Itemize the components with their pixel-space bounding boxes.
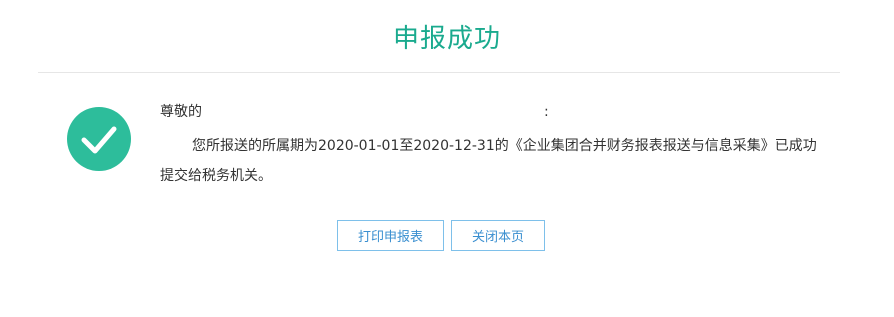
- submission-success-page: 申报成功 尊敬的 : 您所报送的所属期为2020-01-01至2020-12-3…: [0, 0, 894, 317]
- page-title: 申报成功: [392, 24, 501, 54]
- action-buttons: 打印申报表 关闭本页: [337, 220, 545, 251]
- print-declaration-button[interactable]: 打印申报表: [337, 220, 444, 251]
- success-message: 您所报送的所属期为2020-01-01至2020-12-31的《企业集团合并财务…: [160, 138, 817, 184]
- title-divider: [38, 72, 840, 73]
- close-page-button[interactable]: 关闭本页: [451, 220, 545, 251]
- success-check-icon: [67, 107, 131, 171]
- greeting-colon: :: [544, 104, 549, 120]
- greeting-text: 尊敬的: [160, 104, 202, 120]
